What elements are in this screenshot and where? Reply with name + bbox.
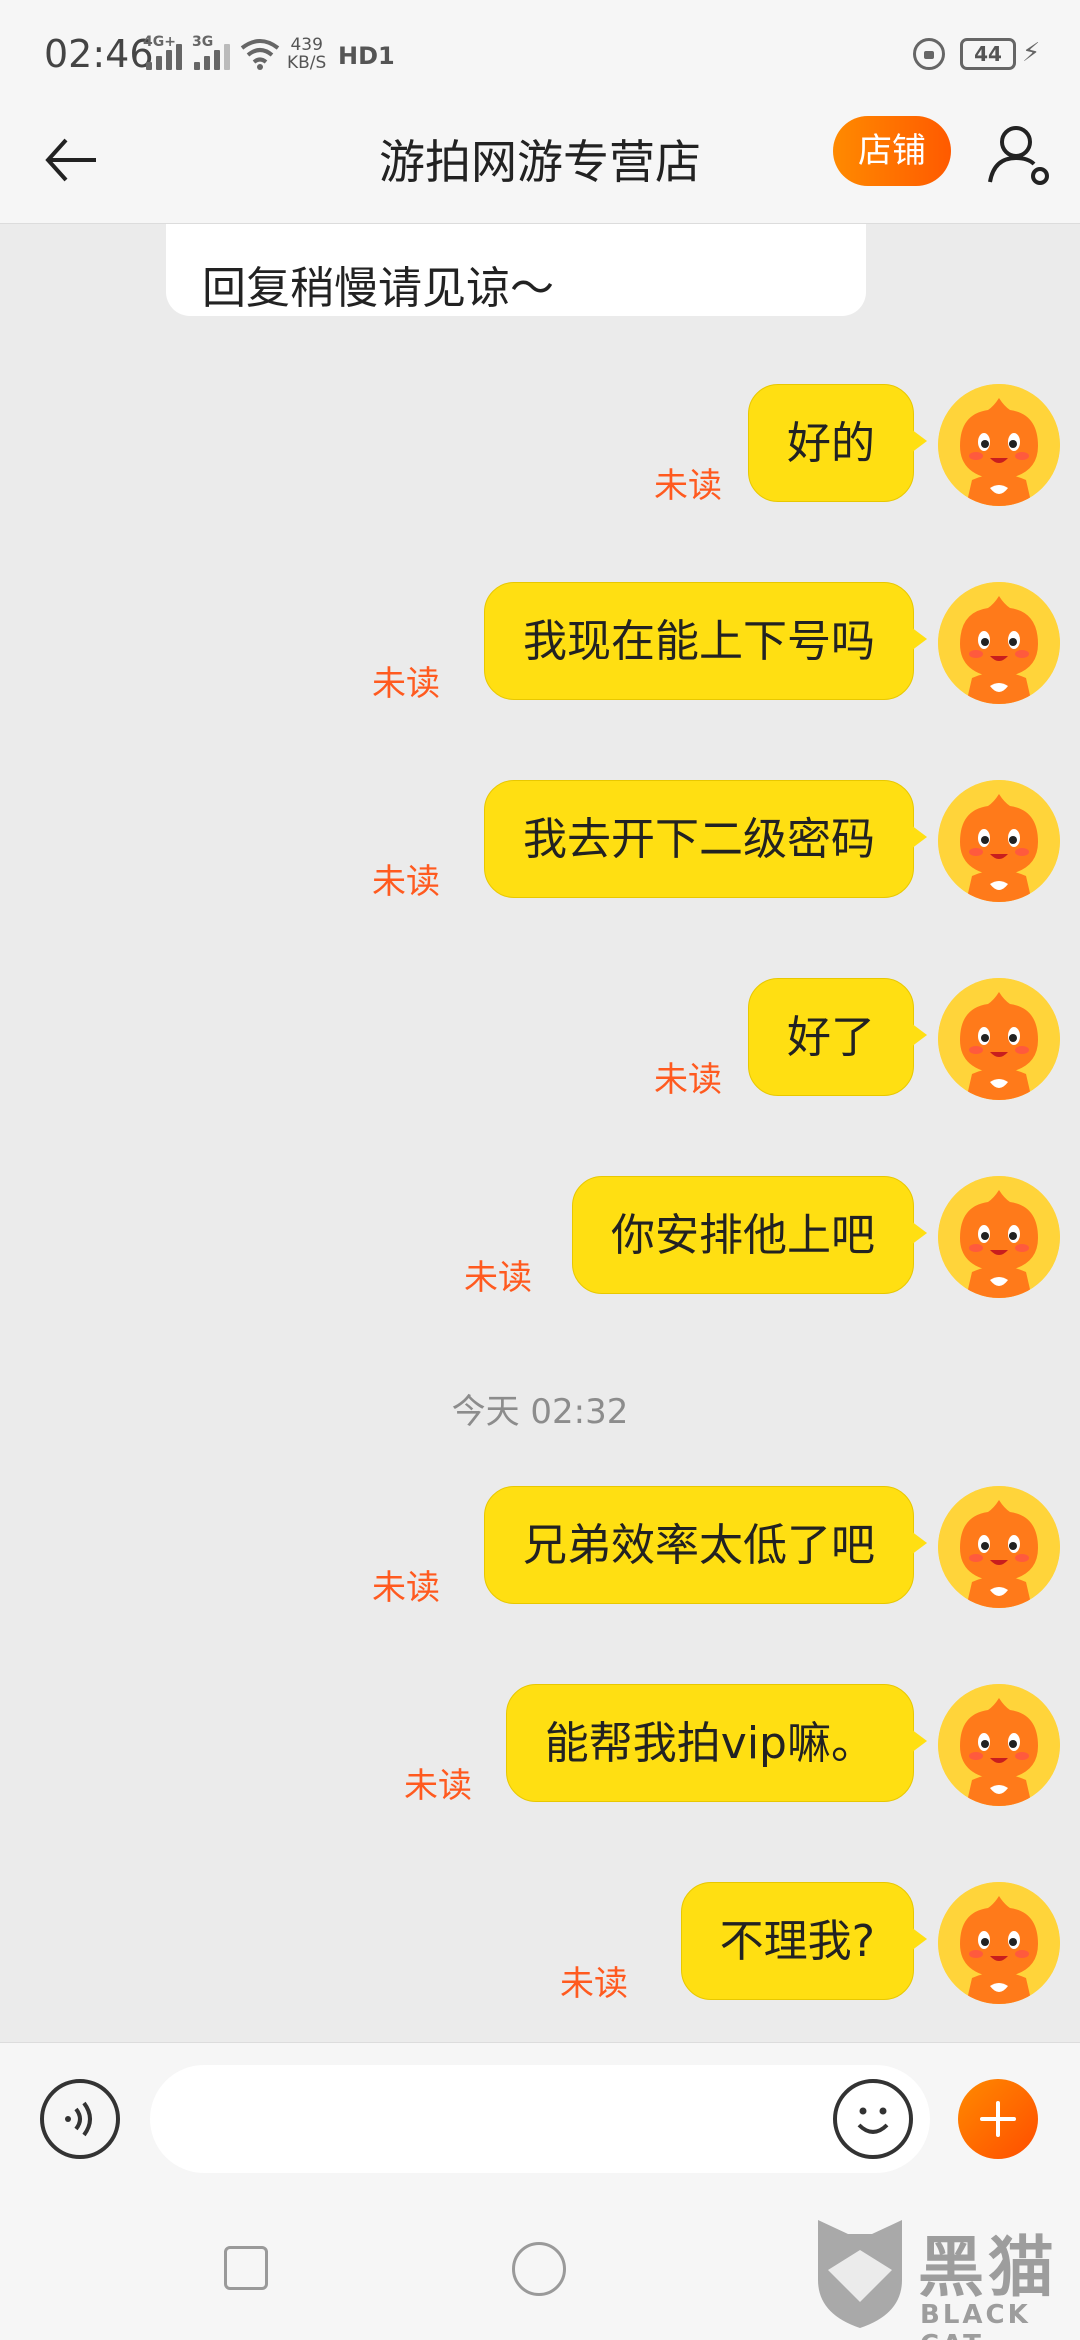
user-avatar[interactable] (938, 1882, 1060, 2004)
user-avatar[interactable] (938, 780, 1060, 902)
user-avatar[interactable] (938, 582, 1060, 704)
network-speed-value: 439 (290, 35, 323, 55)
voice-icon (65, 2101, 92, 2137)
emoji-button[interactable] (833, 2079, 913, 2159)
unread-status: 未读 (654, 1060, 722, 1100)
message-bubble[interactable]: 兄弟效率太低了吧 (484, 1486, 927, 1604)
system-navigation-bar: 黑猫 BLACK CAT (0, 2194, 1080, 2340)
user-avatar[interactable] (938, 1176, 1060, 1298)
shop-button[interactable]: 店铺 (833, 116, 951, 186)
chat-message-row: 未读 好了 (0, 978, 1080, 1108)
message-bubble[interactable]: 我现在能上下号吗 (484, 582, 927, 700)
profile-settings-icon[interactable] (984, 118, 1056, 190)
network-speed: 439 KB/S (287, 36, 326, 72)
unread-status: 未读 (654, 466, 722, 506)
message-bubble[interactable]: 你安排他上吧 (572, 1176, 927, 1294)
message-input-bar (0, 2042, 1080, 2194)
chat-message-row: 未读 我现在能上下号吗 (0, 582, 1080, 712)
home-button[interactable] (512, 2242, 566, 2296)
message-text-input[interactable] (150, 2065, 930, 2173)
user-avatar[interactable] (938, 384, 1060, 506)
status-time: 02:46 (44, 32, 154, 76)
message-bubble[interactable]: 我去开下二级密码 (484, 780, 927, 898)
user-avatar[interactable] (938, 1684, 1060, 1806)
watermark-logo: 黑猫 BLACK CAT (808, 2206, 1080, 2340)
message-bubble[interactable]: 能帮我拍vip嘛。 (505, 1684, 928, 1802)
status-bar: 02:46 4G+ 3G 439 KB/S HD1 44 ⚡ (0, 0, 1080, 108)
rotation-lock-icon (913, 38, 945, 70)
more-options-plus-button[interactable] (958, 2079, 1038, 2159)
charging-icon: ⚡ (1022, 38, 1041, 68)
unread-status: 未读 (372, 862, 440, 902)
message-bubble[interactable]: 不理我? (680, 1882, 928, 2000)
chat-message-list[interactable]: 回复稍慢请见谅～ 未读 好的 未读 我现在能上下号吗 未读 我去开下二级密码 未… (0, 224, 1080, 2042)
user-avatar[interactable] (938, 1486, 1060, 1608)
chat-message-row: 未读 好的 (0, 384, 1080, 514)
battery-icon: 44 (960, 38, 1016, 70)
chat-message-row: 未读 不理我? (0, 1882, 1080, 2012)
chat-message-row: 未读 我去开下二级密码 (0, 780, 1080, 910)
network-speed-unit: KB/S (287, 53, 327, 73)
smiley-icon (857, 2107, 889, 2134)
watermark-text: 黑猫 (918, 2229, 1058, 2306)
message-bubble[interactable]: 好了 (748, 978, 927, 1096)
unread-status: 未读 (560, 1964, 628, 2004)
unread-status: 未读 (372, 664, 440, 704)
chat-message-row: 未读 能帮我拍vip嘛。 (0, 1684, 1080, 1814)
recent-apps-button[interactable] (224, 2246, 268, 2290)
incoming-message-text: 回复稍慢请见谅～ (202, 263, 554, 314)
unread-status: 未读 (372, 1568, 440, 1608)
chat-header: 游拍网游专营店 店铺 (0, 108, 1080, 224)
chat-message-row: 未读 兄弟效率太低了吧 (0, 1486, 1080, 1616)
incoming-message-bubble: 回复稍慢请见谅～ (166, 224, 866, 316)
voice-input-button[interactable] (40, 2079, 120, 2159)
signal-strength-icon-2 (194, 40, 230, 70)
unread-status: 未读 (464, 1258, 532, 1298)
message-bubble[interactable]: 好的 (748, 384, 927, 502)
cat-logo-icon (818, 2220, 902, 2328)
signal-strength-icon (146, 40, 182, 70)
wifi-icon (240, 39, 280, 70)
hd-voice-icon: HD1 (338, 42, 395, 70)
watermark-subtext: BLACK CAT (920, 2300, 1031, 2340)
user-avatar[interactable] (938, 978, 1060, 1100)
chat-timestamp: 今天 02:32 (451, 1392, 629, 1432)
unread-status: 未读 (404, 1766, 472, 1806)
chat-message-row: 未读 你安排他上吧 (0, 1176, 1080, 1306)
